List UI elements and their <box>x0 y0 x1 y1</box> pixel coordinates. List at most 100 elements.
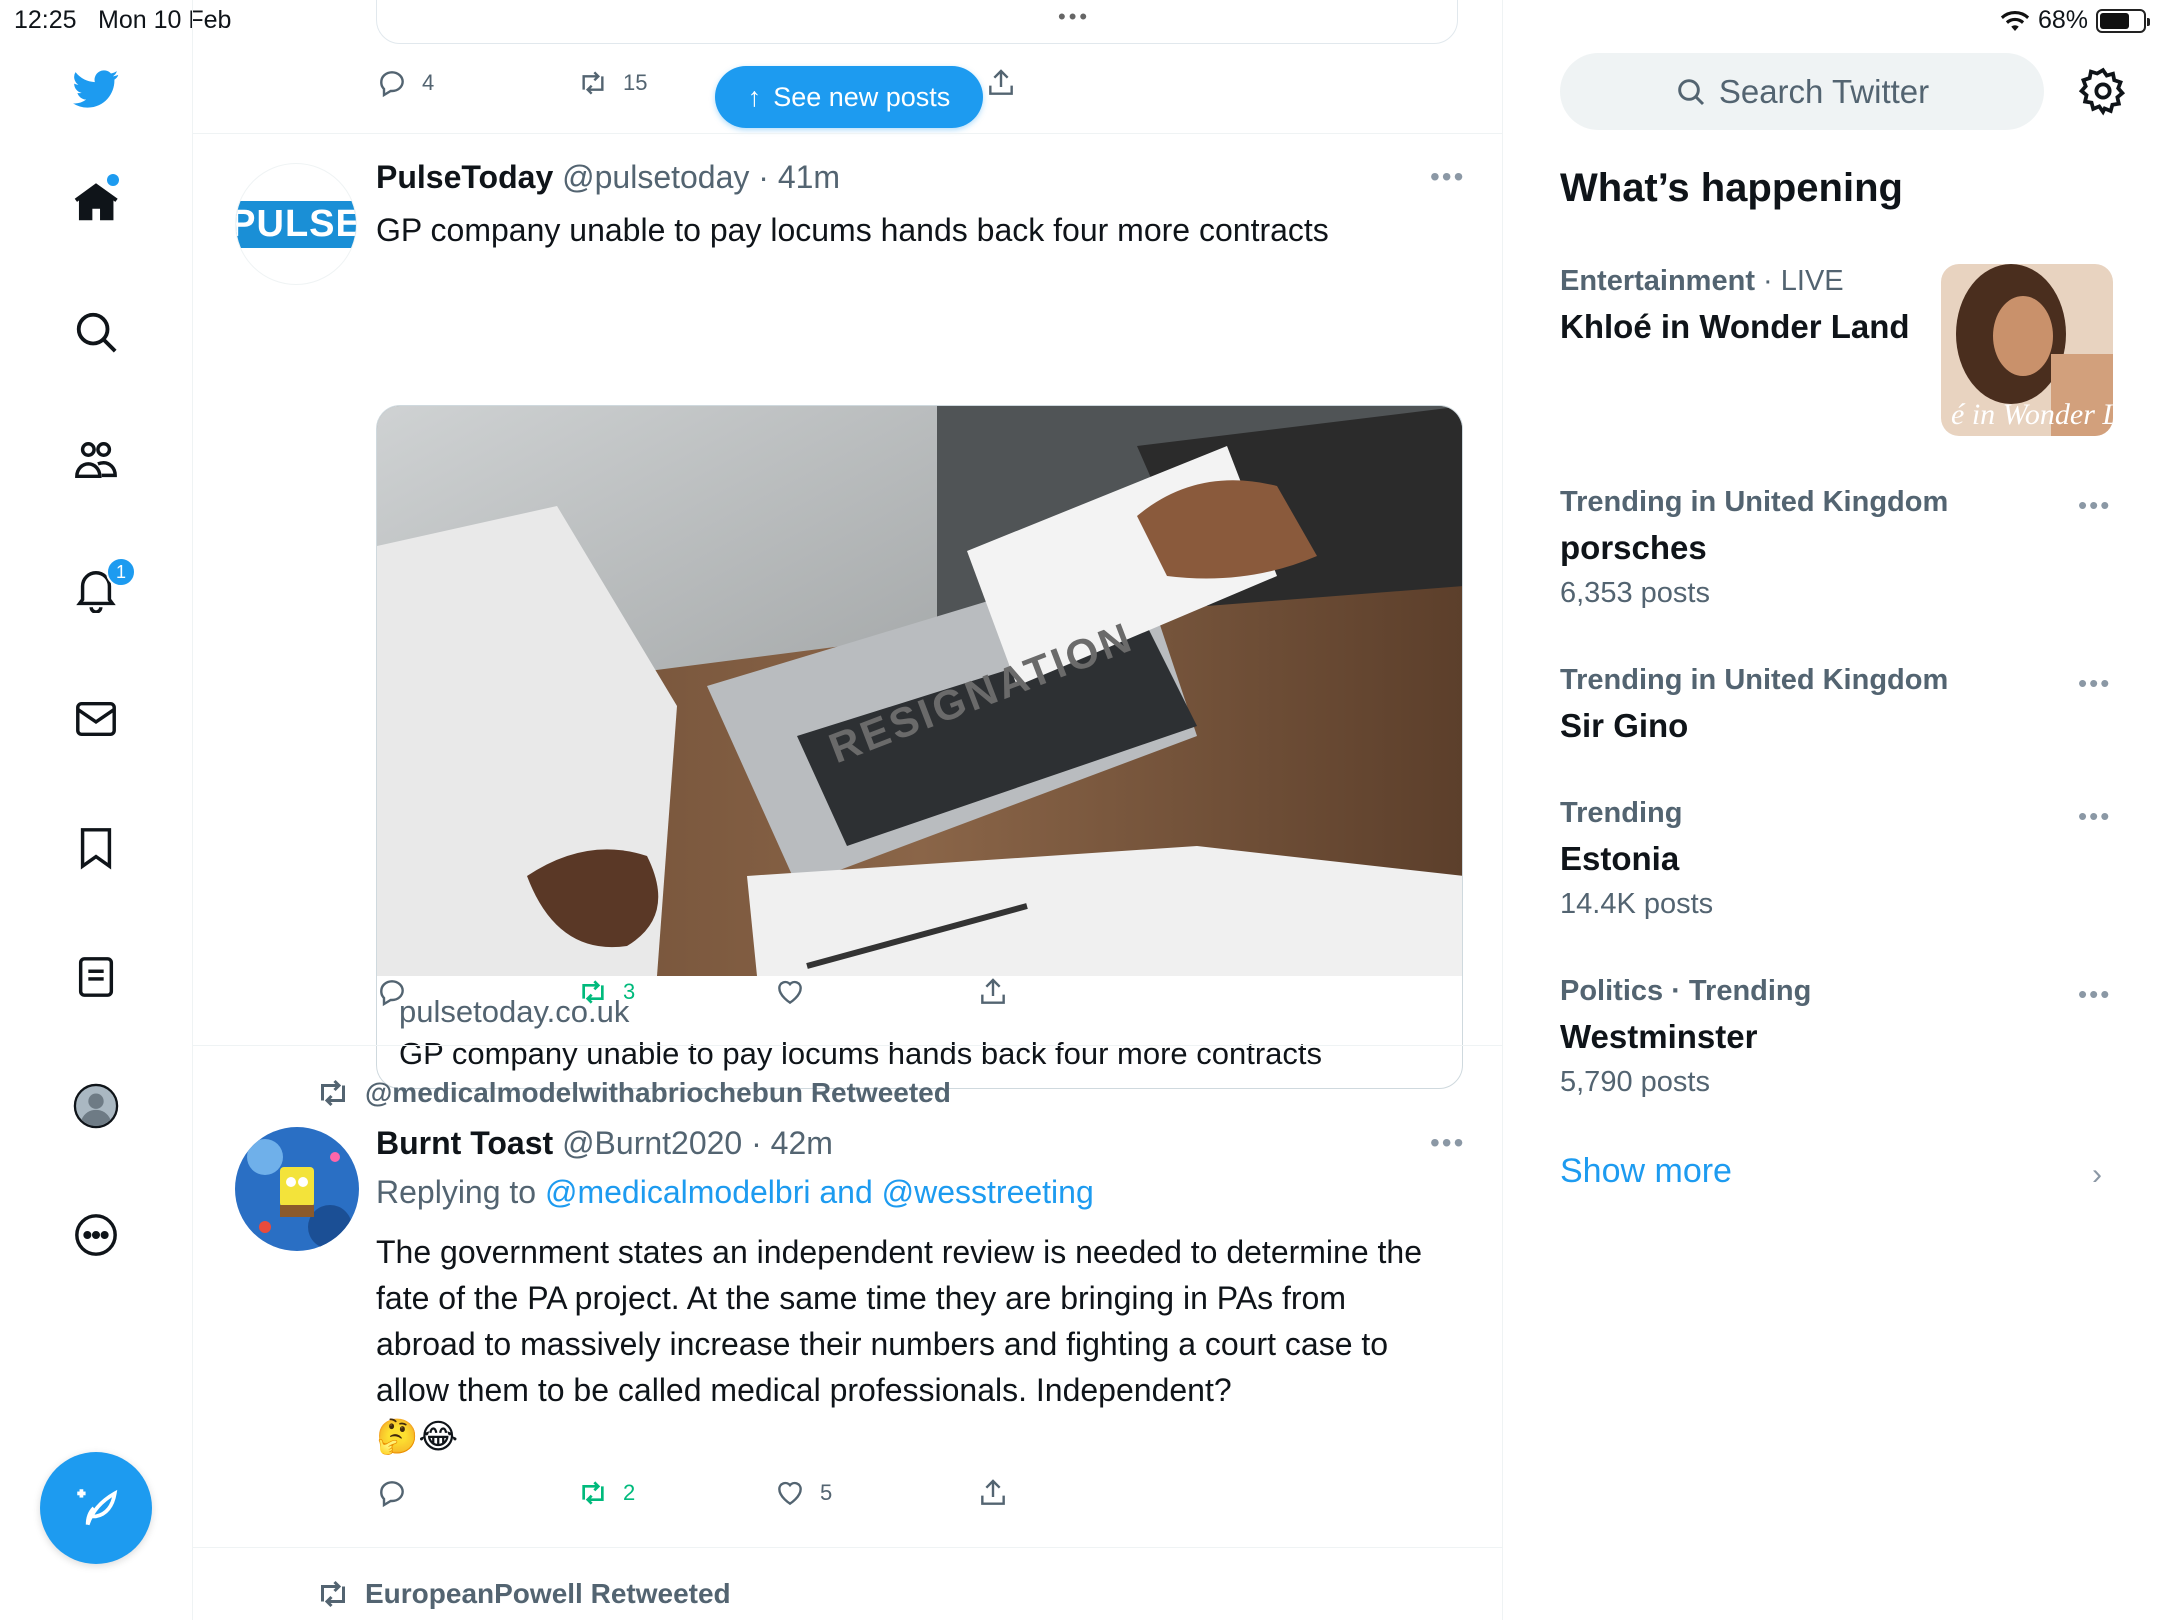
tweet-header: PulseToday @pulsetoday · 41m <box>376 159 840 196</box>
link-domain: pulsetoday.co.uk <box>399 994 630 1029</box>
trend-more-icon[interactable]: ••• <box>2078 979 2111 1010</box>
tweet-emojis: 🤔😂 <box>376 1418 459 1456</box>
retweet-icon <box>321 1580 345 1608</box>
author-name[interactable]: Burnt Toast <box>376 1125 553 1161</box>
avatar[interactable] <box>235 1127 359 1251</box>
trend-item[interactable]: Trending Estonia 14.4K posts <box>1560 797 2120 921</box>
reply-icon <box>380 71 404 98</box>
retweeted-by-label: EuropeanPowell Retweeted <box>365 1578 731 1609</box>
divider <box>193 1547 1502 1548</box>
replying-to-line: Replying to @medicalmodelbri and @wesstr… <box>376 1174 1094 1211</box>
separator-dot: · <box>758 159 769 195</box>
tweet-more-icon[interactable]: ••• <box>1430 161 1465 193</box>
trend-context: Politics · Trending <box>1560 975 1812 1007</box>
whats-happening-title: What’s happening <box>1560 166 1903 210</box>
lists-icon[interactable] <box>71 952 121 1002</box>
retweet-button[interactable]: 15 <box>577 67 647 99</box>
tweet-text: GP company unable to pay locums hands ba… <box>376 212 1329 248</box>
trend-post-count: 5,790 posts <box>1560 1066 1710 1098</box>
trend-thumbnail-text: é in Wonder L <box>1951 398 2113 431</box>
next-retweeted-by-line[interactable]: EuropeanPowell Retweeted <box>315 1576 731 1612</box>
search-icon[interactable] <box>71 307 121 357</box>
compose-tweet-button[interactable] <box>40 1452 152 1564</box>
retweeted-by-label: @medicalmodelwithabriochebun Retweeted <box>365 1077 951 1108</box>
show-more-link[interactable]: Show more <box>1560 1152 1732 1191</box>
trend-context: Trending in United Kingdom <box>1560 486 1949 518</box>
bookmarks-icon[interactable] <box>71 823 121 873</box>
profile-avatar-icon[interactable] <box>71 1081 121 1131</box>
trend-context: Entertainment <box>1560 265 1755 297</box>
tweet-time[interactable]: 42m <box>771 1125 833 1161</box>
trend-item[interactable]: Trending in United Kingdom Sir Gino <box>1560 664 2120 745</box>
retweet-icon <box>582 1481 604 1505</box>
tweet-more-icon[interactable]: ••• <box>1430 1127 1465 1159</box>
retweet-icon <box>582 980 604 1004</box>
arrow-up-icon: ↑ <box>747 81 762 112</box>
twitter-logo-icon[interactable] <box>71 64 121 114</box>
trend-live-label: · LIVE <box>1754 265 1844 297</box>
trend-context: Trending <box>1560 797 1683 829</box>
like-count: 5 <box>820 1480 833 1505</box>
separator-dot: · <box>751 1125 762 1161</box>
messages-envelope-icon[interactable] <box>71 694 121 744</box>
chevron-right-icon: › <box>2092 1158 2102 1191</box>
trend-item[interactable]: Trending in United Kingdom porsches 6,35… <box>1560 486 2120 610</box>
trend-more-icon[interactable]: ••• <box>2078 668 2111 699</box>
retweet-count: 15 <box>623 70 648 95</box>
reply-count: 4 <box>422 70 435 95</box>
retweet-icon <box>582 71 604 95</box>
settings-gear-icon[interactable] <box>2078 66 2128 116</box>
like-button[interactable] <box>774 976 806 1008</box>
heart-icon <box>778 1481 802 1506</box>
author-handle[interactable]: @pulsetoday <box>562 159 749 195</box>
trend-post-count: 6,353 posts <box>1560 577 1710 609</box>
reply-button[interactable] <box>376 1477 408 1509</box>
tweet-burnt-toast[interactable]: @medicalmodelwithabriochebun Retweeted B… <box>193 1045 1502 1545</box>
retweet-count: 3 <box>623 979 636 1004</box>
trend-context: Trending in United Kingdom <box>1560 664 1949 696</box>
trend-thumbnail[interactable]: é in Wonder L <box>1941 264 2113 436</box>
trend-item[interactable]: Entertainment · LIVE Khloé in Wonder Lan… <box>1560 265 1940 346</box>
see-new-posts-label: See new posts <box>773 81 951 112</box>
tweet-time[interactable]: 41m <box>778 159 840 195</box>
search-input[interactable]: Search Twitter <box>1560 53 2044 130</box>
share-button[interactable] <box>985 67 1017 99</box>
share-icon <box>989 69 1013 95</box>
reply-button[interactable] <box>376 976 408 1008</box>
reply-icon <box>380 1481 404 1508</box>
trend-topic: Estonia <box>1560 840 1680 877</box>
share-icon <box>981 1479 1005 1505</box>
avatar[interactable]: PULSE <box>235 163 357 285</box>
like-button[interactable]: 5 <box>774 1477 832 1509</box>
trend-post-count: 14.4K posts <box>1560 888 1714 920</box>
trend-more-icon[interactable]: ••• <box>2078 801 2111 832</box>
communities-icon[interactable] <box>71 436 121 486</box>
replying-to-prefix: Replying to <box>376 1174 537 1210</box>
author-handle[interactable]: @Burnt2020 <box>562 1125 742 1161</box>
trend-item[interactable]: Politics · Trending Westminster 5,790 po… <box>1560 975 2120 1099</box>
replying-to-mentions[interactable]: @medicalmodelbri and @wesstreeting <box>545 1174 1094 1210</box>
timeline[interactable]: 4 15 ↑ See new posts PULSE PulseToday @p… <box>193 0 1503 1620</box>
retweeted-by-line[interactable]: @medicalmodelwithabriochebun Retweeted <box>315 1075 951 1111</box>
retweet-button[interactable]: 2 <box>577 1477 635 1509</box>
tweet-text: The government states an independent rev… <box>376 1234 1422 1408</box>
more-options-icon[interactable] <box>71 1210 121 1260</box>
trend-topic: porsches <box>1560 529 1707 566</box>
reply-button[interactable]: 4 <box>376 67 434 99</box>
right-sidebar: Search Twitter What’s happening Entertai… <box>1504 0 2160 1620</box>
pulse-logo: PULSE <box>236 200 356 248</box>
link-card[interactable]: RESIGNATION pulsetoday.co.uk GP company … <box>376 405 1463 1089</box>
reply-icon <box>380 980 404 1007</box>
author-name[interactable]: PulseToday <box>376 159 553 195</box>
compose-feather-icon <box>77 1489 118 1526</box>
share-icon <box>981 978 1005 1004</box>
trend-more-icon[interactable]: ••• <box>2078 490 2111 521</box>
share-button[interactable] <box>977 976 1009 1008</box>
see-new-posts-button[interactable]: ↑ See new posts <box>715 66 983 128</box>
search-icon <box>1678 78 1704 105</box>
tweet-header: Burnt Toast @Burnt2020 · 42m <box>376 1125 833 1162</box>
trend-topic: Westminster <box>1560 1018 1758 1055</box>
tweet-pulsetoday[interactable]: PULSE PulseToday @pulsetoday · 41m ••• G… <box>193 133 1502 1089</box>
share-button[interactable] <box>977 1477 1009 1509</box>
retweet-button[interactable]: 3 <box>577 976 635 1008</box>
